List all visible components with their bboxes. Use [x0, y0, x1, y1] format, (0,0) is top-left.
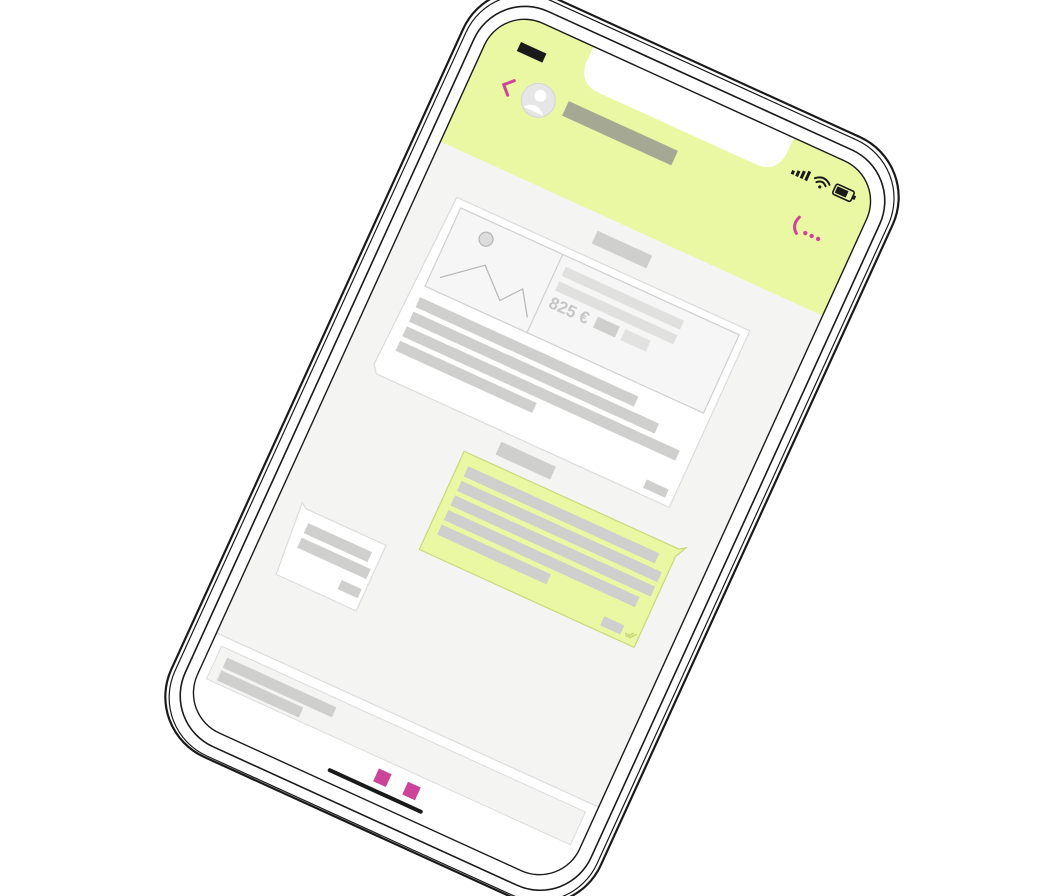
phone-illustration: 825 €: [164, 0, 900, 896]
phone: 825 €: [164, 0, 900, 896]
phone-screen: 825 €: [179, 5, 885, 889]
